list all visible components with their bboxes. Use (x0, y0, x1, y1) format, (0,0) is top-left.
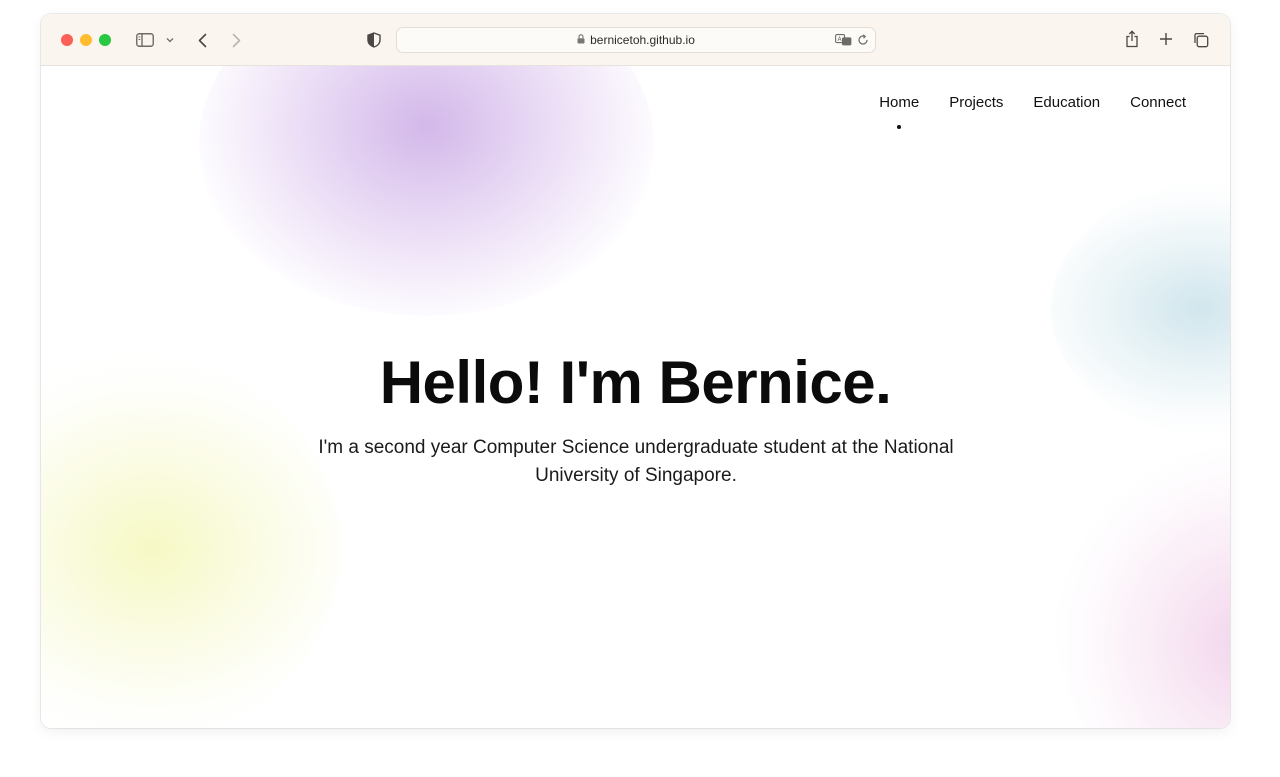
active-indicator-dot (897, 125, 902, 129)
browser-toolbar: bernicetoh.github.io A (41, 14, 1230, 66)
forward-icon[interactable] (227, 30, 245, 50)
reload-icon[interactable] (855, 32, 871, 48)
nav-item-education[interactable]: Education (1033, 94, 1100, 111)
nav-item-label: Home (879, 94, 920, 111)
maximize-window-button[interactable] (99, 34, 111, 46)
decorative-pink-blob (1056, 446, 1230, 728)
back-icon[interactable] (193, 30, 211, 50)
hero-title: Hello! I'm Bernice. (379, 349, 892, 416)
close-window-button[interactable] (61, 34, 73, 46)
share-icon[interactable] (1122, 28, 1142, 50)
nav-item-projects[interactable]: Projects (949, 94, 1003, 111)
chevron-down-icon[interactable] (164, 33, 176, 47)
url-text: bernicetoh.github.io (590, 33, 695, 47)
lock-icon (577, 33, 585, 47)
site-navigation: Home Projects Education Connect (849, 94, 1186, 129)
nav-item-label: Connect (1130, 94, 1186, 111)
tab-overview-icon[interactable] (1191, 30, 1211, 50)
decorative-purple-blob (199, 66, 654, 316)
browser-window: bernicetoh.github.io A Home Projects Edu… (41, 14, 1230, 728)
translate-icon[interactable]: A (834, 32, 852, 48)
hero-subtitle: I'm a second year Computer Science under… (318, 437, 954, 486)
minimize-window-button[interactable] (80, 34, 92, 46)
nav-item-label: Projects (949, 94, 1004, 111)
svg-text:A: A (837, 36, 842, 43)
plus-icon[interactable] (1157, 30, 1175, 48)
web-page: Home Projects Education Connect Hello! I… (41, 66, 1230, 728)
address-bar[interactable]: bernicetoh.github.io A (396, 27, 876, 53)
sidebar-icon[interactable] (135, 30, 155, 50)
nav-item-home[interactable]: Home (879, 94, 920, 129)
nav-item-connect[interactable]: Connect (1130, 94, 1186, 111)
privacy-shield-icon[interactable] (364, 30, 384, 50)
nav-item-label: Education (1033, 94, 1101, 111)
